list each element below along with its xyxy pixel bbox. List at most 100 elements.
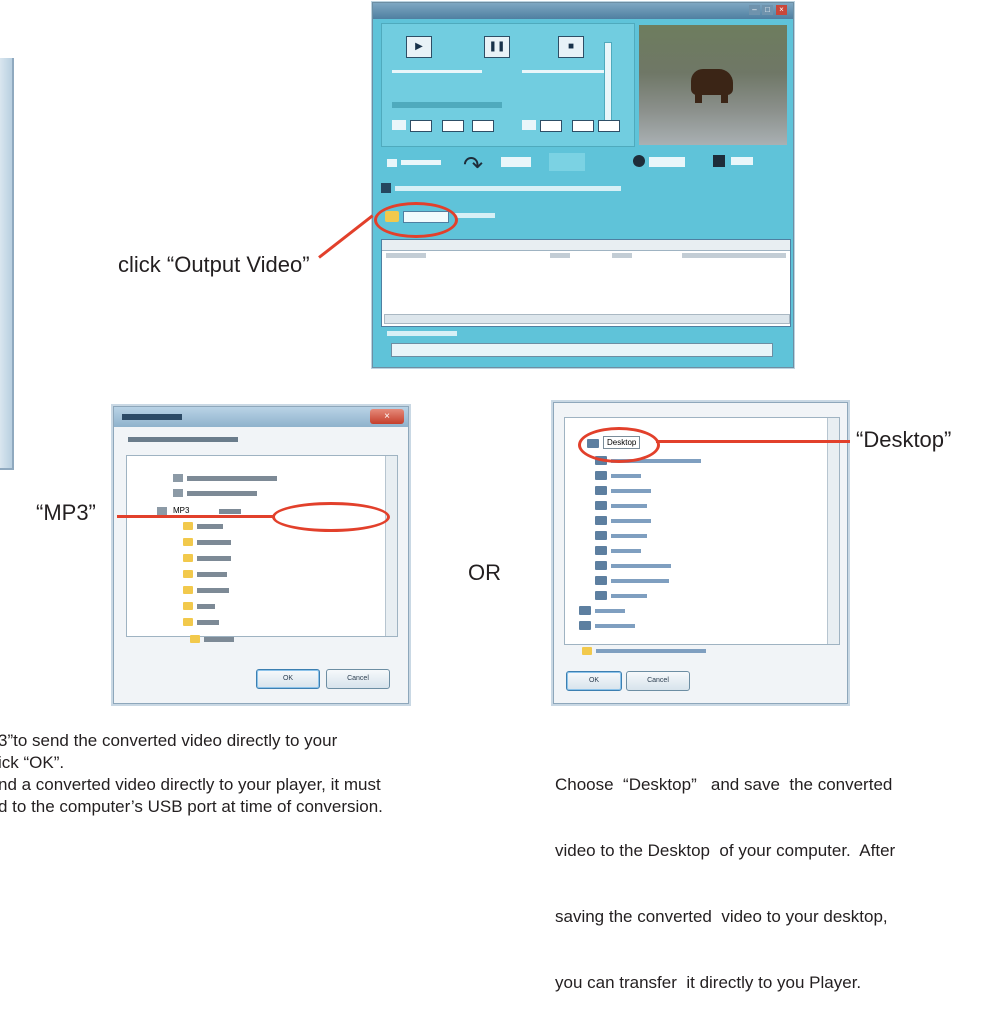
- drive-icon: [595, 501, 607, 510]
- stop-button[interactable]: ■: [558, 36, 584, 58]
- partial-window-edge: [0, 58, 14, 470]
- tree-item[interactable]: [595, 546, 641, 560]
- ok-button[interactable]: OK: [256, 669, 320, 689]
- tree-item-folder[interactable]: [183, 522, 223, 537]
- folder-tree[interactable]: MP3: [126, 455, 398, 637]
- desktop-instructions-line-1: Choose “Desktop” and save the converted: [555, 775, 893, 794]
- add-file-label: [501, 157, 531, 167]
- tree-item[interactable]: [582, 647, 706, 661]
- progress-label: [387, 331, 457, 336]
- horizontal-scrollbar[interactable]: [384, 314, 790, 324]
- start-time-icon: [392, 120, 406, 130]
- tree-item[interactable]: [595, 486, 651, 500]
- tree-item[interactable]: [595, 561, 671, 575]
- list-item[interactable]: [382, 251, 790, 261]
- end-min-field[interactable]: [572, 120, 594, 132]
- close-icon[interactable]: ×: [776, 5, 787, 15]
- tree-item[interactable]: [595, 516, 651, 530]
- dialog-title-bar: [114, 407, 408, 427]
- tree-item-drive[interactable]: [173, 474, 277, 489]
- ok-button[interactable]: OK: [566, 671, 622, 691]
- folder-icon: [579, 621, 591, 630]
- desktop-instructions-line-3: saving the converted video to your deskt…: [555, 907, 888, 926]
- mp3-instructions-line-4: d to the computer’s USB port at time of …: [0, 797, 383, 816]
- section-header-bar: [392, 102, 502, 108]
- help-icon[interactable]: [713, 155, 725, 167]
- minimize-icon[interactable]: –: [749, 5, 760, 15]
- input-path-text: [395, 186, 621, 191]
- file-list[interactable]: [381, 239, 791, 327]
- tree-item-folder[interactable]: [183, 618, 219, 633]
- folder-icon: [190, 635, 200, 643]
- start-time-field[interactable]: [410, 120, 432, 132]
- mp3-instructions: 3”to send the converted video directly t…: [0, 730, 468, 818]
- start-sec-field[interactable]: [472, 120, 494, 132]
- end-time-icon: [522, 120, 536, 130]
- folder-icon: [183, 522, 193, 530]
- folder-icon: [183, 618, 193, 626]
- dialog-title: [122, 414, 182, 420]
- tree-item-folder[interactable]: [190, 635, 234, 650]
- folder-icon: [183, 602, 193, 610]
- file-duration-cell: [612, 253, 632, 258]
- output-video-leader-line: [318, 214, 374, 259]
- cd-drive-icon: [173, 474, 183, 482]
- add-file-arrow-icon[interactable]: ↷: [463, 151, 483, 180]
- tree-item-folder[interactable]: [183, 602, 215, 617]
- tree-item[interactable]: [595, 531, 647, 545]
- cancel-button[interactable]: Cancel: [326, 669, 390, 689]
- drive-icon: [595, 486, 607, 495]
- vertical-scrollbar[interactable]: [385, 456, 397, 636]
- tree-item[interactable]: [579, 606, 625, 620]
- vertical-scrollbar[interactable]: [827, 418, 839, 644]
- bear-leg-image: [695, 91, 702, 103]
- converter-window: – □ × ▶ ❚❚ ■ ↷: [372, 2, 794, 368]
- end-sec-field[interactable]: [598, 120, 620, 132]
- tree-item-mp3[interactable]: MP3: [157, 506, 277, 521]
- folder-icon: [183, 586, 193, 594]
- desktop-instructions: Choose “Desktop” and save the converted …: [555, 730, 995, 1016]
- desktop-instructions-line-4: you can transfer it directly to you Play…: [555, 973, 862, 992]
- desktop-highlight: [578, 427, 660, 463]
- tree-item[interactable]: [579, 621, 635, 635]
- tree-item-folder[interactable]: [183, 554, 231, 569]
- end-time-field[interactable]: [540, 120, 562, 132]
- start-min-field[interactable]: [442, 120, 464, 132]
- tree-item-mp3-label: MP3: [172, 506, 190, 515]
- file-status-cell: [550, 253, 570, 258]
- mp3-checkbox[interactable]: [387, 159, 397, 167]
- end-slider[interactable]: [522, 70, 612, 73]
- maximize-icon[interactable]: □: [762, 5, 773, 15]
- dvd-drive-icon: [173, 489, 183, 497]
- tree-item-drive[interactable]: [173, 489, 257, 504]
- close-icon[interactable]: ×: [370, 409, 404, 424]
- tree-item-folder[interactable]: [183, 586, 229, 601]
- converter-title-bar: [373, 3, 793, 19]
- play-button[interactable]: ▶: [406, 36, 432, 58]
- tree-item[interactable]: [595, 471, 641, 485]
- mp3-highlight: [272, 502, 390, 532]
- input-folder-icon[interactable]: [381, 183, 391, 193]
- start-slider[interactable]: [392, 70, 482, 73]
- mp3-option-label: [401, 160, 441, 165]
- settings-icon[interactable]: [633, 155, 645, 167]
- drive-icon: [595, 546, 607, 555]
- settings-label: [649, 157, 685, 167]
- mp3-instructions-line-3: nd a converted video directly to your pl…: [0, 775, 381, 794]
- tree-item[interactable]: [595, 501, 647, 515]
- bear-leg-image: [721, 91, 728, 103]
- disabled-button: [549, 153, 585, 171]
- tree-item[interactable]: [595, 591, 647, 605]
- mp3-leader-line: [117, 515, 274, 518]
- network-icon: [595, 576, 607, 585]
- tree-item-folder[interactable]: [183, 538, 231, 553]
- file-list-header: [382, 240, 790, 251]
- output-path-text: [455, 213, 495, 218]
- mp3-instructions-line-2: ick “OK”.: [0, 753, 65, 772]
- help-label: [731, 157, 753, 165]
- volume-slider[interactable]: [604, 42, 612, 132]
- pause-button[interactable]: ❚❚: [484, 36, 510, 58]
- tree-item-folder[interactable]: [183, 570, 227, 585]
- tree-item[interactable]: [595, 576, 669, 590]
- cancel-button[interactable]: Cancel: [626, 671, 690, 691]
